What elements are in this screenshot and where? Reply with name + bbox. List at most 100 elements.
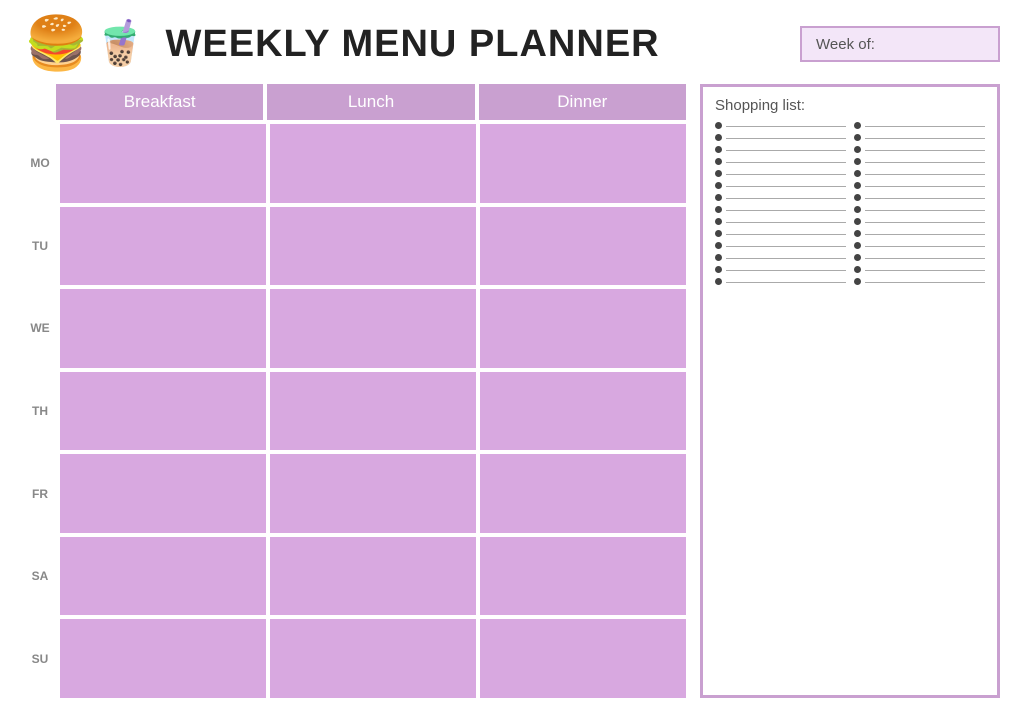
su-dinner[interactable] — [480, 619, 686, 698]
we-breakfast[interactable] — [60, 289, 266, 368]
bullet-icon — [854, 170, 861, 177]
drink-icon: 🧋 — [93, 22, 148, 66]
bullet-icon — [715, 170, 722, 177]
bullet-icon — [715, 122, 722, 129]
item-line — [865, 246, 985, 247]
bullet-icon — [854, 278, 861, 285]
bullet-icon — [715, 146, 722, 153]
item-line — [726, 234, 846, 235]
planner-header: Breakfast Lunch Dinner — [56, 84, 686, 120]
mo-dinner[interactable] — [480, 124, 686, 203]
list-item[interactable] — [854, 134, 985, 141]
bullet-icon — [854, 158, 861, 165]
item-line — [865, 174, 985, 175]
th-breakfast[interactable] — [60, 372, 266, 451]
bullet-icon — [854, 242, 861, 249]
day-su: SU — [24, 652, 56, 666]
item-line — [726, 198, 846, 199]
list-item[interactable] — [715, 158, 846, 165]
list-item[interactable] — [715, 206, 846, 213]
col-header-lunch: Lunch — [267, 84, 474, 120]
mo-breakfast[interactable] — [60, 124, 266, 203]
list-item[interactable] — [854, 122, 985, 129]
table-row: TH — [24, 372, 686, 451]
list-item[interactable] — [854, 194, 985, 201]
tu-lunch[interactable] — [270, 207, 476, 286]
bullet-icon — [854, 182, 861, 189]
list-item[interactable] — [854, 242, 985, 249]
shopping-list-title: Shopping list: — [715, 97, 985, 114]
bullet-icon — [854, 254, 861, 261]
list-item[interactable] — [715, 242, 846, 249]
list-item[interactable] — [854, 278, 985, 285]
list-item[interactable] — [715, 230, 846, 237]
shopping-columns — [715, 122, 985, 687]
planner-body: MO TU WE TH — [24, 124, 686, 698]
col-header-dinner: Dinner — [479, 84, 686, 120]
we-dinner[interactable] — [480, 289, 686, 368]
item-line — [865, 126, 985, 127]
bullet-icon — [854, 134, 861, 141]
list-item[interactable] — [854, 182, 985, 189]
list-item[interactable] — [854, 254, 985, 261]
item-line — [726, 258, 846, 259]
list-item[interactable] — [854, 230, 985, 237]
sa-breakfast[interactable] — [60, 537, 266, 616]
bullet-icon — [854, 122, 861, 129]
bullet-icon — [854, 194, 861, 201]
su-lunch[interactable] — [270, 619, 476, 698]
table-row: WE — [24, 289, 686, 368]
th-lunch[interactable] — [270, 372, 476, 451]
day-th: TH — [24, 404, 56, 418]
list-item[interactable] — [854, 158, 985, 165]
bullet-icon — [854, 146, 861, 153]
we-lunch[interactable] — [270, 289, 476, 368]
burger-icon: 🍔 — [24, 18, 89, 70]
list-item[interactable] — [715, 266, 846, 273]
sa-lunch[interactable] — [270, 537, 476, 616]
bullet-icon — [854, 266, 861, 273]
sa-dinner[interactable] — [480, 537, 686, 616]
day-tu: TU — [24, 239, 56, 253]
item-line — [726, 138, 846, 139]
bullet-icon — [715, 266, 722, 273]
list-item[interactable] — [715, 218, 846, 225]
item-line — [865, 198, 985, 199]
list-item[interactable] — [715, 278, 846, 285]
list-item[interactable] — [854, 146, 985, 153]
item-line — [726, 282, 846, 283]
su-breakfast[interactable] — [60, 619, 266, 698]
list-item[interactable] — [715, 194, 846, 201]
list-item[interactable] — [715, 254, 846, 261]
header-icons: 🍔 🧋 — [24, 18, 148, 70]
list-item[interactable] — [854, 218, 985, 225]
fr-lunch[interactable] — [270, 454, 476, 533]
table-row: MO — [24, 124, 686, 203]
week-of-box[interactable]: Week of: — [800, 26, 1000, 62]
shopping-col-right — [854, 122, 985, 687]
list-item[interactable] — [854, 266, 985, 273]
tu-dinner[interactable] — [480, 207, 686, 286]
bullet-icon — [715, 254, 722, 261]
list-item[interactable] — [854, 206, 985, 213]
list-item[interactable] — [854, 170, 985, 177]
th-dinner[interactable] — [480, 372, 686, 451]
item-line — [726, 246, 846, 247]
tu-breakfast[interactable] — [60, 207, 266, 286]
list-item[interactable] — [715, 134, 846, 141]
fr-breakfast[interactable] — [60, 454, 266, 533]
fr-dinner[interactable] — [480, 454, 686, 533]
mo-lunch[interactable] — [270, 124, 476, 203]
bullet-icon — [854, 218, 861, 225]
item-line — [726, 174, 846, 175]
table-row: SA — [24, 537, 686, 616]
list-item[interactable] — [715, 170, 846, 177]
list-item[interactable] — [715, 182, 846, 189]
bullet-icon — [715, 158, 722, 165]
list-item[interactable] — [715, 146, 846, 153]
item-line — [865, 258, 985, 259]
shopping-col-left — [715, 122, 846, 687]
list-item[interactable] — [715, 122, 846, 129]
shopping-list: Shopping list: — [700, 84, 1000, 698]
planner: Breakfast Lunch Dinner MO TU WE — [24, 84, 686, 698]
